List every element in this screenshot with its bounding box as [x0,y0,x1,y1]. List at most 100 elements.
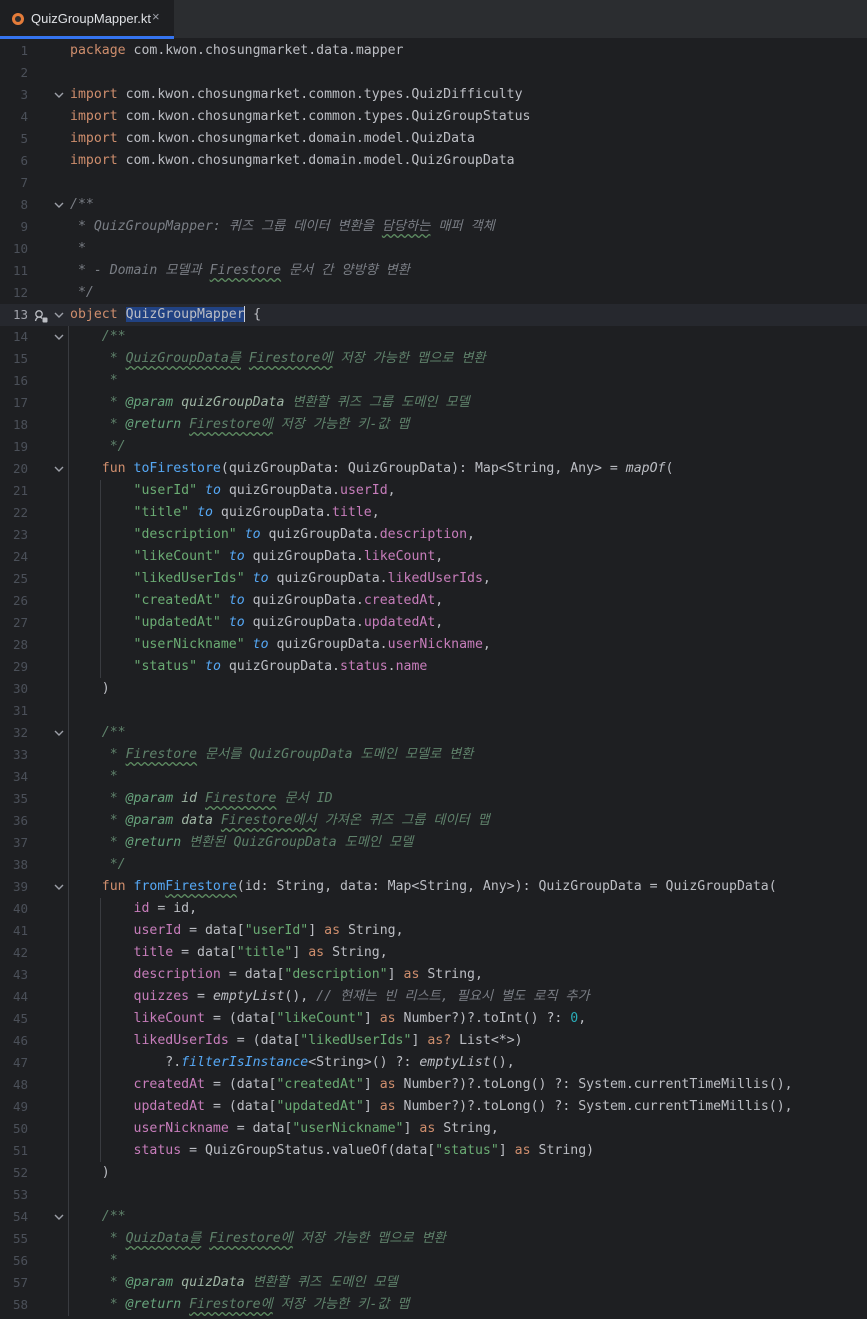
code-line[interactable]: 27 "updatedAt" to quizGroupData.updatedA… [0,612,867,634]
code-line[interactable]: 47 ?.filterIsInstance<String>() ?: empty… [0,1052,867,1074]
code-text: likeCount = (data["likeCount"] as Number… [70,1008,587,1030]
string-literal: "status" [133,659,198,674]
fold-chevron-icon[interactable] [54,1206,64,1228]
code-line[interactable]: 43 description = data["description"] as … [0,964,867,986]
fold-chevron-icon[interactable] [54,326,64,348]
line-number: 24 [12,549,28,564]
close-icon[interactable]: × [152,9,160,24]
code-line[interactable]: 56 * [0,1250,867,1272]
code-line[interactable]: 48 createdAt = (data["createdAt"] as Num… [0,1074,867,1096]
code-line[interactable]: 5 import com.kwon.chosungmarket.domain.mo… [0,128,867,150]
code-line[interactable]: 2 [0,62,867,84]
code-line[interactable]: 39 fun fromFirestore(id: String, data: M… [0,876,867,898]
doc-text [181,417,189,432]
fold-chevron-icon[interactable] [54,876,64,898]
code-line[interactable]: 34 * [0,766,867,788]
string-literal: "status" [435,1143,499,1158]
code-line[interactable]: 10 * [0,238,867,260]
code-line[interactable]: 38 */ [0,854,867,876]
code-text: ?.filterIsInstance<String>() ?: emptyLis… [70,1052,514,1074]
code-text: */ [70,436,126,458]
code-line[interactable]: 53 [0,1184,867,1206]
fold-chevron-icon[interactable] [54,84,64,106]
fold-chevron-icon[interactable] [54,194,64,216]
code-line[interactable]: 28 "userNickname" to quizGroupData.userN… [0,634,867,656]
code-line[interactable]: 36 * @param data Firestore에서 가져온 퀴즈 그룹 데… [0,810,867,832]
code-line[interactable]: 45 likeCount = (data["likeCount"] as Num… [0,1008,867,1030]
code-line[interactable]: 33 * Firestore 문서를 QuizGroupData 도메인 모델로… [0,744,867,766]
tab-quizgroupmapper[interactable]: QuizGroupMapper.kt × [0,0,174,39]
doc-text: 문서 ID [276,791,333,806]
doc-text [197,791,205,806]
named-argument: quizzes [133,989,190,1004]
code-text: "userNickname" to quizGroupData.userNick… [70,634,491,656]
fold-chevron-icon[interactable] [54,458,64,480]
code-line[interactable]: 14 /** [0,326,867,348]
code-line[interactable]: 21 "userId" to quizGroupData.userId, [0,480,867,502]
code-line[interactable]: 18 * @return Firestore에 저장 가능한 키-값 맵 [0,414,867,436]
code-line[interactable]: 25 "likedUserIds" to quizGroupData.liked… [0,568,867,590]
code-line[interactable]: 31 [0,700,867,722]
code-line[interactable]: 37 * @return 변환된 QuizGroupData 도메인 모델 [0,832,867,854]
code-line[interactable]: 8 /** [0,194,867,216]
code-line[interactable]: 17 * @param quizGroupData 변환할 퀴즈 그룹 도메인 … [0,392,867,414]
code-line[interactable]: 54 /** [0,1206,867,1228]
line-number: 11 [12,263,28,278]
code-line[interactable]: 11 * - Domain 모델과 Firestore 문서 간 양방향 변환 [0,260,867,282]
fold-chevron-icon[interactable] [54,304,64,326]
line-number: 17 [12,395,28,410]
code-line[interactable]: 6 import com.kwon.chosungmarket.domain.mo… [0,150,867,172]
code-line[interactable]: 9 * QuizGroupMapper: 퀴즈 그룹 데이터 변환을 담당하는 … [0,216,867,238]
code-line[interactable]: 41 userId = data["userId"] as String, [0,920,867,942]
code-line[interactable]: 22 "title" to quizGroupData.title, [0,502,867,524]
code-line[interactable]: 40 id = id, [0,898,867,920]
code-line[interactable]: 52 ) [0,1162,867,1184]
code-line[interactable]: 7 [0,172,867,194]
code-line[interactable]: 46 likedUserIds = (data["likedUserIds"] … [0,1030,867,1052]
line-number: 56 [12,1253,28,1268]
code-line[interactable]: 3 import com.kwon.chosungmarket.common.ty… [0,84,867,106]
code-line[interactable]: 12 */ [0,282,867,304]
code-line[interactable]: 57 * @param quizData 변환할 퀴즈 도메인 모델 [0,1272,867,1294]
code-line[interactable]: 30 ) [0,678,867,700]
code-line[interactable]: 29 "status" to quizGroupData.status.name [0,656,867,678]
code-line[interactable]: 35 * @param id Firestore 문서 ID [0,788,867,810]
code-line[interactable]: 26 "createdAt" to quizGroupData.createdA… [0,590,867,612]
code-text: "createdAt" to quizGroupData.createdAt, [70,590,444,612]
code-line[interactable]: 51 status = QuizGroupStatus.valueOf(data… [0,1140,867,1162]
infix-call: to [252,571,269,586]
code-line[interactable]: 20 fun toFirestore(quizGroupData: QuizGr… [0,458,867,480]
code-line[interactable]: 16 * [0,370,867,392]
implemented-override-icon[interactable] [34,309,48,323]
code-line[interactable]: 15 * QuizGroupData를 Firestore에 저장 가능한 맵으… [0,348,867,370]
code-line[interactable]: 23 "description" to quizGroupData.descri… [0,524,867,546]
code-line[interactable]: 19 */ [0,436,867,458]
code-token: { [245,307,262,322]
fold-chevron-icon[interactable] [54,722,64,744]
code-editor[interactable]: 1 package com.kwon.chosungmarket.data.map… [0,40,867,1319]
code-line[interactable]: 24 "likeCount" to quizGroupData.likeCoun… [0,546,867,568]
code-line[interactable]: 49 updatedAt = (data["updatedAt"] as Num… [0,1096,867,1118]
code-line[interactable]: 44 quizzes = emptyList(), // 현재는 빈 리스트, … [0,986,867,1008]
code-line[interactable]: 13 object QuizGroupMapper { [0,304,867,326]
doc-text: * [101,791,126,806]
code-line[interactable]: 55 * QuizData를 Firestore에 저장 가능한 맵으로 변환 [0,1228,867,1250]
code-line[interactable]: 50 userNickname = data["userNickname"] a… [0,1118,867,1140]
code-token: , [387,483,396,498]
code-line[interactable]: 4 import com.kwon.chosungmarket.common.ty… [0,106,867,128]
code-line[interactable]: 42 title = data["title"] as String, [0,942,867,964]
code-text: quizzes = emptyList(), // 현재는 빈 리스트, 필요시… [70,986,590,1008]
indent-guide [100,898,101,1162]
line-number: 36 [12,813,28,828]
code-line[interactable]: 1 package com.kwon.chosungmarket.data.map… [0,40,867,62]
code-line[interactable]: 58 * @return Firestore에 저장 가능한 키-값 맵 [0,1294,867,1316]
code-line[interactable]: 32 /** [0,722,867,744]
